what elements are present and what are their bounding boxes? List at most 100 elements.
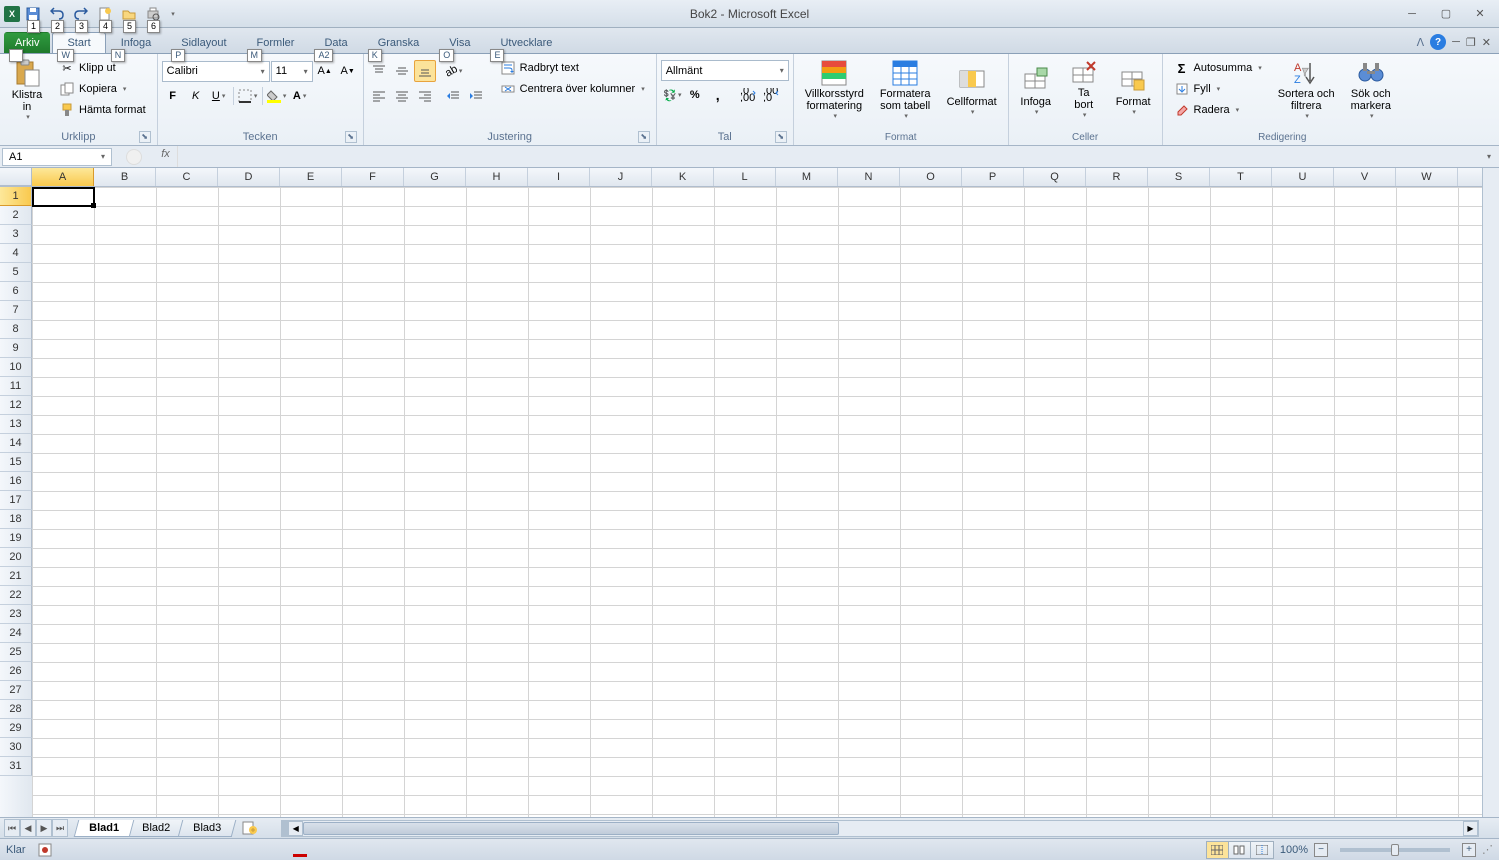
column-header[interactable]: U [1272,168,1334,186]
column-header[interactable]: E [280,168,342,186]
sheet-tab[interactable]: Blad1 [74,820,135,837]
row-header[interactable]: 28 [0,700,32,719]
page-layout-view-button[interactable] [1229,842,1251,858]
column-header[interactable]: L [714,168,776,186]
paste-button[interactable]: Klistra in▾ [4,56,50,122]
alignment-launcher[interactable]: ⬊ [638,131,650,143]
format-painter-button[interactable]: Hämta format [54,100,151,120]
sheet-next-button[interactable]: ▶ [36,819,52,837]
resize-grip[interactable]: ⋰ [1482,843,1493,856]
sheet-prev-button[interactable]: ◀ [20,819,36,837]
doc-minimize-button[interactable]: ─ [1452,36,1460,48]
font-name-combo[interactable]: Calibri▾ [162,61,270,82]
close-button[interactable]: ✕ [1469,5,1491,23]
row-header[interactable]: 6 [0,282,32,301]
row-header[interactable]: 26 [0,662,32,681]
column-header[interactable]: P [962,168,1024,186]
percent-button[interactable]: % [684,84,706,106]
zoom-in-button[interactable]: + [1462,843,1476,857]
column-header[interactable]: K [652,168,714,186]
decrease-indent-button[interactable] [442,85,464,107]
qat-new-button[interactable]: 4 [94,3,116,25]
merge-center-button[interactable]: Centrera över kolumner▾ [495,79,650,99]
maximize-button[interactable]: ▢ [1435,5,1457,23]
qat-save-button[interactable]: 1 [22,3,44,25]
name-box[interactable]: A1▾ [2,148,112,166]
row-header[interactable]: 15 [0,453,32,472]
qat-open-button[interactable]: 5 [118,3,140,25]
column-header[interactable]: C [156,168,218,186]
row-header[interactable]: 12 [0,396,32,415]
sheet-first-button[interactable]: ⏮ [4,819,20,837]
cell-styles-button[interactable]: Cellformat▾ [940,56,1004,122]
column-header[interactable]: T [1210,168,1272,186]
row-header[interactable]: 7 [0,301,32,320]
column-header[interactable]: N [838,168,900,186]
row-header[interactable]: 8 [0,320,32,339]
font-color-button[interactable]: A▾ [289,85,311,107]
macro-record-button[interactable] [38,843,52,857]
column-header[interactable]: G [404,168,466,186]
qat-undo-button[interactable]: 2 [46,3,68,25]
column-header[interactable]: A [32,168,94,186]
row-header[interactable]: 27 [0,681,32,700]
font-launcher[interactable]: ⬊ [345,131,357,143]
align-right-button[interactable] [414,85,436,107]
zoom-slider[interactable] [1340,848,1450,852]
tab-data[interactable]: DataA2 [309,32,362,53]
comma-button[interactable]: , [707,84,729,106]
insert-cells-button[interactable]: Infoga▾ [1013,56,1059,122]
column-header[interactable]: B [94,168,156,186]
row-header[interactable]: 30 [0,738,32,757]
zoom-level[interactable]: 100% [1280,844,1308,856]
column-header[interactable]: Q [1024,168,1086,186]
row-header[interactable]: 22 [0,586,32,605]
autosum-button[interactable]: ΣAutosumma▾ [1169,58,1267,78]
tab-pagelayout[interactable]: SidlayoutP [166,32,241,53]
formula-input[interactable] [178,146,1481,167]
row-header[interactable]: 4 [0,244,32,263]
sheet-tab[interactable]: Blad2 [127,820,186,837]
sort-filter-button[interactable]: AZSortera och filtrera▾ [1271,56,1342,122]
format-cells-button[interactable]: Format▾ [1109,56,1158,122]
grow-font-button[interactable]: A▲ [314,60,336,82]
row-header[interactable]: 23 [0,605,32,624]
increase-decimal-button[interactable]: ,0,00 [737,84,759,106]
row-header[interactable]: 24 [0,624,32,643]
excel-logo-icon[interactable]: X [4,6,20,22]
hscroll-left-button[interactable]: ◀ [288,821,303,836]
orientation-button[interactable]: ab▾ [442,60,464,82]
column-header[interactable]: V [1334,168,1396,186]
clipboard-launcher[interactable]: ⬊ [139,131,151,143]
clear-button[interactable]: Radera▾ [1169,100,1267,120]
decrease-decimal-button[interactable]: ,00,0 [760,84,782,106]
row-header[interactable]: 1 [0,187,32,206]
column-header[interactable]: S [1148,168,1210,186]
zoom-out-button[interactable]: − [1314,843,1328,857]
expand-formula-bar-button[interactable]: ▾ [1481,152,1497,161]
column-header[interactable]: D [218,168,280,186]
conditional-formatting-button[interactable]: Villkorsstyrd formatering▾ [798,56,871,122]
shrink-font-button[interactable]: A▼ [337,60,359,82]
tab-developer[interactable]: UtvecklareE [485,32,567,53]
doc-restore-button[interactable]: ❐ [1466,36,1476,49]
align-top-button[interactable] [368,60,390,82]
hscroll-right-button[interactable]: ▶ [1463,821,1478,836]
help-button[interactable]: ? [1430,34,1446,50]
column-header[interactable]: H [466,168,528,186]
tab-start[interactable]: StartW [52,32,105,53]
row-header[interactable]: 21 [0,567,32,586]
fill-button[interactable]: Fyll▾ [1169,79,1267,99]
select-all-corner[interactable] [0,168,32,186]
row-header[interactable]: 13 [0,415,32,434]
tab-formulas[interactable]: FormlerM [242,32,310,53]
row-header[interactable]: 14 [0,434,32,453]
copy-button[interactable]: Kopiera▾ [54,79,151,99]
qat-customize-button[interactable]: ▾ [166,3,178,25]
row-header[interactable]: 18 [0,510,32,529]
column-header[interactable]: J [590,168,652,186]
row-header[interactable]: 3 [0,225,32,244]
column-header[interactable]: R [1086,168,1148,186]
delete-cells-button[interactable]: Ta bort▾ [1061,56,1107,122]
underline-button[interactable]: U▾ [208,85,230,107]
